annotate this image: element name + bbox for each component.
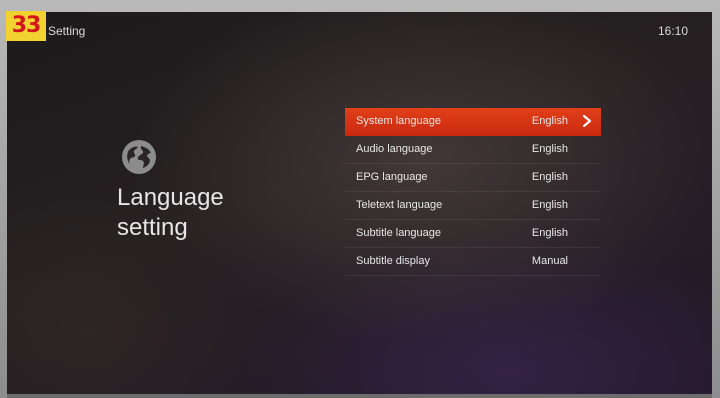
menu-item-subtitle-display[interactable]: Subtitle display Manual xyxy=(345,248,601,276)
step-number-badge: 33 xyxy=(6,11,46,41)
menu-item-value: English xyxy=(531,199,568,211)
chevron-right-icon xyxy=(582,115,592,127)
frame-bottom-edge xyxy=(7,394,712,398)
menu-item-value: Manual xyxy=(531,255,568,267)
menu-item-audio-language[interactable]: Audio language English xyxy=(345,136,601,164)
menu-item-value: English xyxy=(531,171,568,183)
language-settings-menu: System language English Audio language E… xyxy=(345,108,601,276)
section-heading: Language setting xyxy=(117,183,224,243)
section-heading-line2: setting xyxy=(117,214,188,241)
clock-time: 16:10 xyxy=(657,24,688,38)
menu-item-label: EPG language xyxy=(356,171,428,183)
screen-title: Setting xyxy=(48,24,86,38)
globe-icon xyxy=(122,140,156,174)
tv-screen: Setting 16:10 Language setting System la… xyxy=(7,12,712,398)
section-heading-line1: Language xyxy=(117,184,224,211)
menu-item-label: Subtitle language xyxy=(356,227,442,239)
menu-item-value: English xyxy=(531,227,568,239)
menu-item-epg-language[interactable]: EPG language English xyxy=(345,164,601,192)
menu-item-label: System language xyxy=(356,115,441,127)
menu-item-value: English xyxy=(531,115,568,127)
menu-item-label: Audio language xyxy=(356,143,433,155)
menu-item-label: Teletext language xyxy=(356,199,443,211)
menu-item-value: English xyxy=(531,143,568,155)
menu-item-subtitle-language[interactable]: Subtitle language English xyxy=(345,220,601,248)
menu-item-system-language[interactable]: System language English xyxy=(345,108,601,136)
menu-item-teletext-language[interactable]: Teletext language English xyxy=(345,192,601,220)
menu-item-label: Subtitle display xyxy=(356,255,430,267)
